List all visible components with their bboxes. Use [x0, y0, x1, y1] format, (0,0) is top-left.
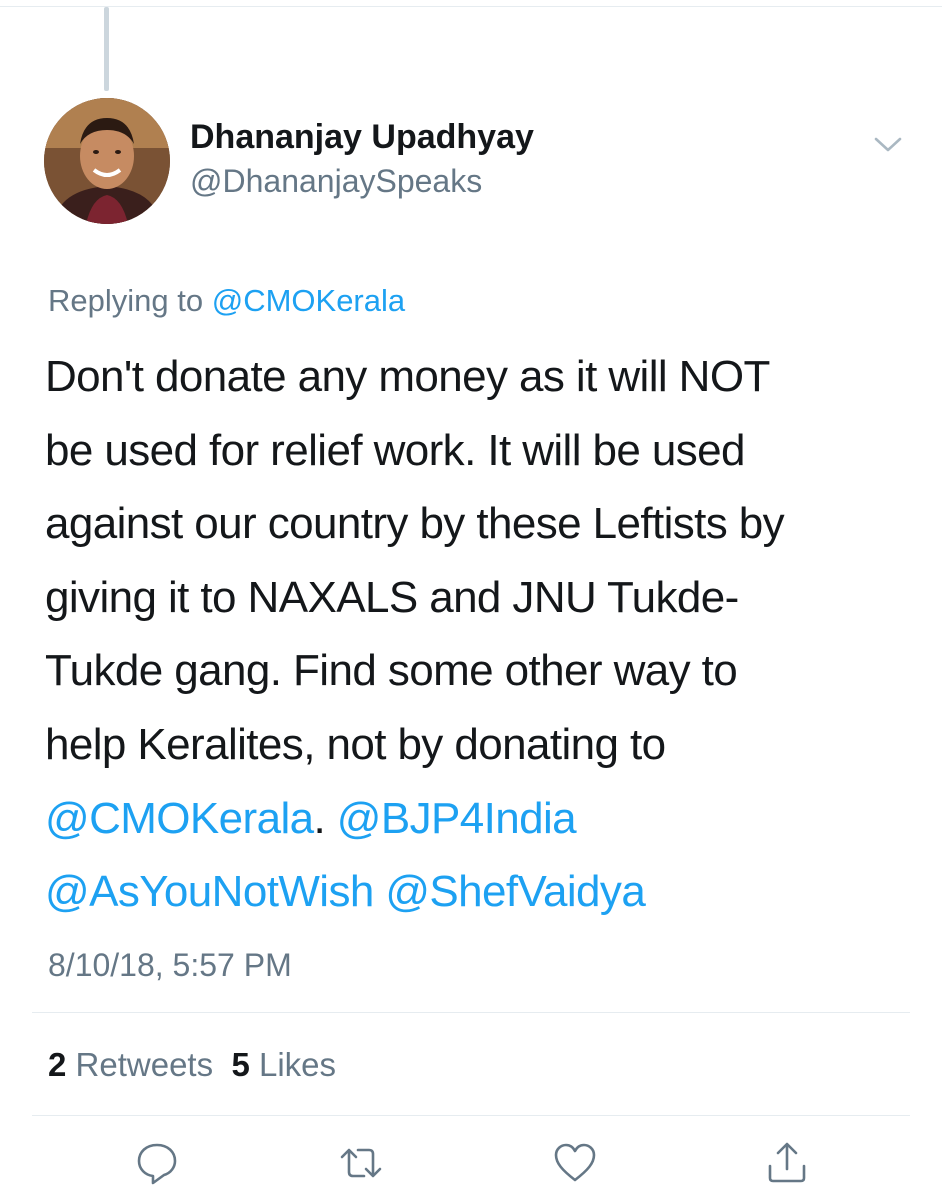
likes-stat[interactable]: 5 Likes	[231, 1046, 336, 1083]
heart-icon	[554, 1143, 596, 1182]
top-divider	[0, 6, 942, 7]
tweet-mentions-line: @CMOKerala. @BJP4India	[45, 782, 925, 856]
tweet-text-line: be used for relief work. It will be used	[45, 425, 746, 475]
engagement-stats: 2 Retweets 5 Likes	[48, 1046, 336, 1084]
tweet-text-line: Don't donate any money as it will NOT	[45, 352, 770, 401]
mention-separator: .	[313, 793, 326, 843]
retweet-button[interactable]	[338, 1140, 384, 1186]
tweet-mentions-line: @AsYouNotWish @ShefVaidya	[45, 855, 925, 929]
retweet-icon	[340, 1148, 382, 1178]
mention-cmokerala[interactable]: @CMOKerala	[45, 794, 314, 843]
mention-asyounotwish[interactable]: @AsYouNotWish	[45, 867, 374, 916]
likes-count: 5	[231, 1046, 250, 1083]
more-options-button[interactable]	[868, 128, 908, 160]
divider	[32, 1012, 910, 1013]
replying-to-label: Replying to	[48, 283, 212, 318]
divider	[32, 1115, 910, 1116]
retweets-stat[interactable]: 2 Retweets	[48, 1046, 213, 1083]
reply-button[interactable]	[134, 1140, 180, 1186]
share-button[interactable]	[764, 1140, 810, 1186]
retweets-count: 2	[48, 1046, 67, 1083]
tweet-timestamp: 8/10/18, 5:57 PM	[48, 947, 292, 983]
mention-bjp4india[interactable]: @BJP4India	[337, 794, 577, 843]
author-handle[interactable]: @DhananjaySpeaks	[190, 163, 482, 200]
avatar[interactable]	[44, 98, 170, 224]
likes-label: Likes	[258, 1046, 337, 1083]
author-name[interactable]: Dhananjay Upadhyay	[190, 118, 534, 157]
reply-icon	[137, 1143, 177, 1185]
tweet-text: Don't donate any money as it will NOT be…	[45, 340, 925, 929]
retweets-label: Retweets	[75, 1046, 214, 1083]
replying-to-mention[interactable]: @CMOKerala	[212, 283, 405, 318]
chevron-down-icon	[874, 137, 902, 152]
share-icon	[768, 1142, 806, 1183]
like-button[interactable]	[552, 1140, 598, 1186]
tweet-text-line: Tukde gang. Find some other way to	[45, 646, 738, 696]
replying-to: Replying to @CMOKerala	[48, 283, 405, 319]
tweet-text-line: against our country by these Leftists by	[45, 499, 785, 549]
mention-shefvaidya[interactable]: @ShefVaidya	[385, 867, 645, 916]
tweet-text-line: giving it to NAXALS and JNU Tukde-	[45, 572, 739, 622]
tweet-text-line: help Keralites, not by donating to	[45, 719, 666, 769]
thread-connector-line	[104, 7, 109, 91]
